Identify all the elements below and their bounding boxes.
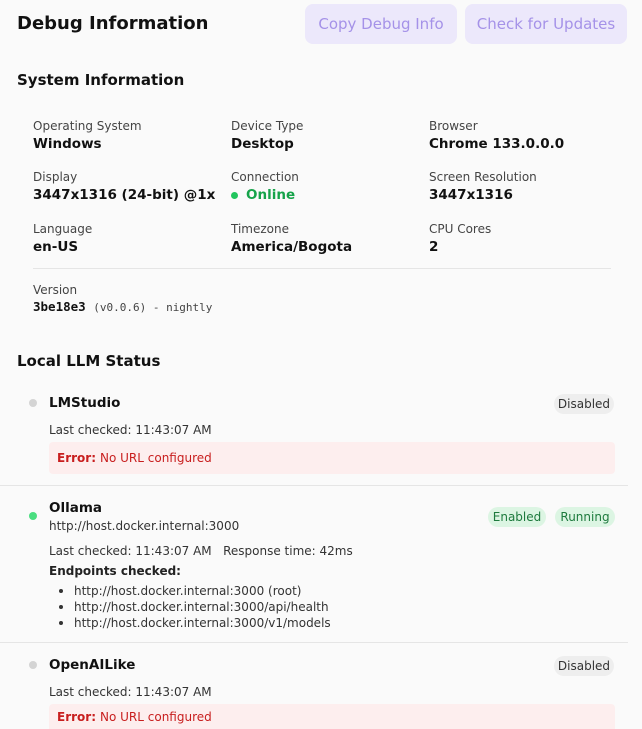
info-device-type: Device Type Desktop [231, 118, 303, 153]
endpoint-item: http://host.docker.internal:3000/api/hea… [59, 599, 331, 615]
info-label: Display [33, 170, 78, 184]
info-language: Language en-US [33, 221, 92, 256]
info-value: Chrome 133.0.0.0 [429, 136, 565, 152]
provider-divider [0, 642, 628, 643]
provider-divider [0, 485, 628, 486]
system-divider [33, 268, 611, 269]
info-label: Language [33, 222, 93, 236]
info-connection: Connection Online [231, 169, 299, 204]
info-value: 2 [429, 239, 439, 255]
provider-url: http://host.docker.internal:3000 [49, 519, 240, 533]
version-hash: 3be18e3 [33, 299, 86, 314]
version-label: Version [33, 283, 78, 297]
page-title: Debug Information [17, 13, 209, 34]
check-for-updates-button[interactable]: Check for Updates [465, 4, 627, 44]
version-detail: (v0.0.6) - nightly [93, 301, 213, 314]
info-value: Desktop [231, 136, 294, 152]
running-badge: Running [555, 507, 615, 527]
response-time: Response time: 42ms [223, 544, 353, 558]
info-label: Browser [429, 119, 478, 133]
error-text: No URL configured [100, 451, 212, 465]
provider-ollama: Ollama http://host.docker.internal:3000 … [0, 495, 642, 642]
provider-openailike: OpenAILike Disabled Last checked: 11:43:… [0, 652, 642, 729]
endpoint-item: http://host.docker.internal:3000 (root) [59, 583, 331, 599]
info-display: Display 3447x1316 (24-bit) @1x [33, 169, 215, 204]
status-badge: Disabled [554, 394, 614, 414]
info-label: Screen Resolution [429, 170, 537, 184]
provider-name: LMStudio [49, 395, 121, 411]
last-checked: Last checked: 11:43:07 AM [49, 685, 212, 699]
info-label: Timezone [231, 222, 289, 236]
info-operating-system: Operating System Windows [33, 118, 142, 153]
online-status-dot-icon [231, 191, 238, 199]
info-value: America/Bogota [231, 239, 353, 255]
status-badge: Disabled [554, 656, 614, 676]
last-checked: Last checked: 11:43:07 AM Response time:… [49, 544, 353, 558]
info-browser: Browser Chrome 133.0.0.0 [429, 118, 564, 153]
status-dot-icon [29, 399, 37, 407]
provider-name: OpenAILike [49, 657, 136, 673]
version-value: 3be18e3 (v0.0.6) - nightly [33, 299, 212, 314]
info-label: Device Type [231, 119, 304, 133]
endpoint-list: http://host.docker.internal:3000 (root) … [59, 583, 331, 631]
error-text: No URL configured [100, 709, 212, 724]
error-label: Error: [57, 709, 96, 724]
local-llm-status-title: Local LLM Status [17, 352, 161, 370]
info-cpu-cores: CPU Cores 2 [429, 221, 491, 256]
endpoint-item: http://host.docker.internal:3000/v1/mode… [59, 616, 331, 630]
header: Debug Information Copy Debug Info Check … [0, 0, 642, 50]
copy-debug-info-button[interactable]: Copy Debug Info [305, 4, 457, 44]
error-message: Error: No URL configured [49, 442, 615, 474]
info-value: 3447x1316 [429, 187, 513, 203]
info-label: Connection [231, 170, 299, 184]
info-timezone: Timezone America/Bogota [231, 221, 352, 256]
last-checked-text: Last checked: 11:43:07 AM [49, 544, 212, 558]
error-label: Error: [57, 451, 96, 465]
system-information-title: System Information [17, 71, 185, 89]
status-dot-icon [29, 661, 37, 669]
info-value: en-US [33, 239, 79, 255]
info-value: Windows [33, 136, 102, 152]
info-screen-resolution: Screen Resolution 3447x1316 [429, 169, 537, 204]
provider-name: Ollama [49, 500, 103, 516]
info-label: Operating System [33, 119, 142, 133]
connection-value: Online [246, 187, 296, 203]
status-dot-icon [29, 512, 37, 520]
last-checked: Last checked: 11:43:07 AM [49, 423, 212, 437]
endpoints-title: Endpoints checked: [49, 564, 181, 578]
enabled-badge: Enabled [488, 507, 546, 527]
provider-lmstudio: LMStudio Disabled Last checked: 11:43:07… [0, 390, 642, 485]
error-message: Error: No URL configured [49, 704, 615, 729]
connection-status: Online [231, 186, 299, 204]
info-value: 3447x1316 (24-bit) @1x [33, 187, 216, 203]
info-label: CPU Cores [429, 222, 492, 236]
version-info: Version 3be18e3 (v0.0.6) - nightly [33, 282, 212, 314]
